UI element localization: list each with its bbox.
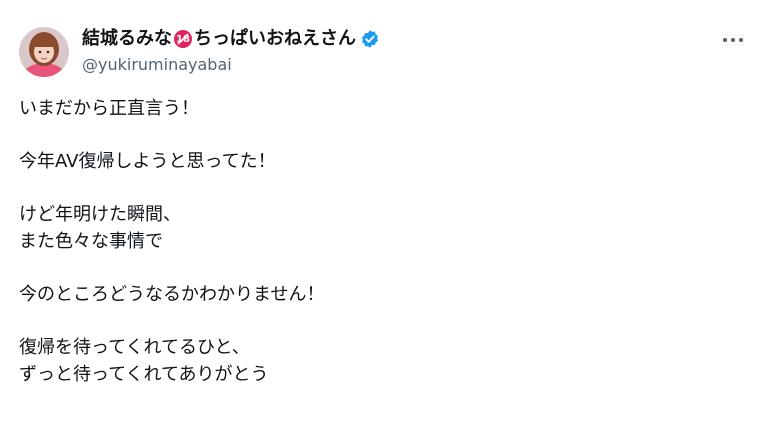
tweet-line: けど年明けた瞬間、: [19, 204, 181, 226]
tweet-line: いまだから正直言う！: [19, 98, 199, 119]
verified-badge-icon: [360, 29, 380, 49]
avatar[interactable]: [19, 27, 69, 77]
more-options-icon[interactable]: [718, 28, 748, 52]
post-card: 結城るみな 18 ちっぱいおねえさん @yukiruminayabai いまだか…: [0, 0, 760, 436]
author-name[interactable]: 結城るみな 18 ちっぱいおねえさん: [82, 26, 380, 52]
tweet-text: いまだから正直言う！ 今年AV復帰しようと思ってた！ けど年明けた瞬間、 また色…: [19, 96, 739, 389]
author-handle[interactable]: @yukiruminayabai: [82, 54, 232, 76]
display-name-part2: ちっぱいおねえさん: [194, 28, 356, 49]
tweet-line: ずっと待ってくれてありがとう: [19, 363, 269, 385]
tweet-line: 復帰を待ってくれてるひと、: [19, 337, 250, 359]
tweet-line: 今年AV復帰しようと思ってた！: [19, 151, 276, 173]
display-name-part1: 結城るみな: [82, 28, 172, 49]
tweet-line: 今のところどうなるかわかりません！: [19, 284, 325, 306]
age-18-badge-icon: 18: [174, 30, 192, 48]
tweet-line: また色々な事情で: [19, 230, 163, 252]
